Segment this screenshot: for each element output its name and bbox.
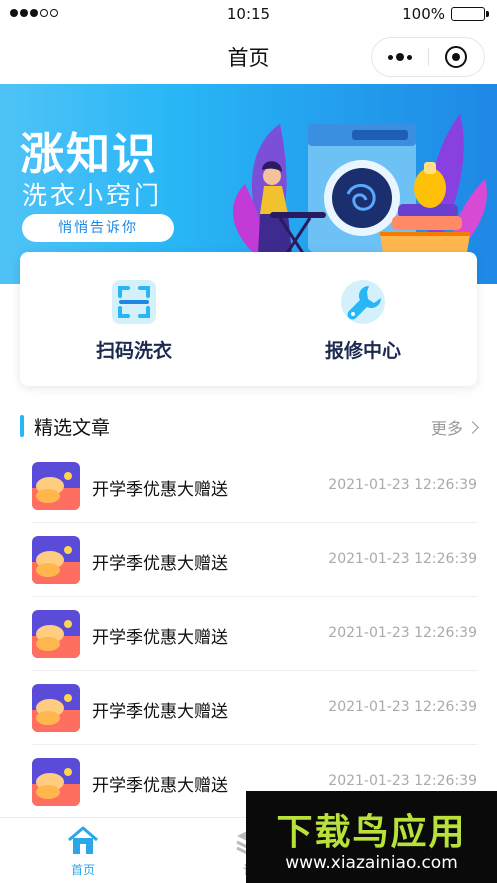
article-date: 2021-01-23 12:26:39 bbox=[328, 773, 477, 789]
article-date: 2021-01-23 12:26:39 bbox=[328, 551, 477, 567]
mini-program-capsule bbox=[371, 37, 485, 77]
nav-bar: 首页 bbox=[0, 28, 497, 84]
article-title: 开学季优惠大赠送 bbox=[92, 480, 228, 500]
article-item[interactable]: 开学季优惠大赠送 2021-01-23 12:26:39 bbox=[32, 449, 477, 523]
article-thumbnail bbox=[32, 536, 80, 584]
watermark: 下载鸟应用 www.xiazainiao.com bbox=[246, 791, 497, 883]
scan-icon bbox=[112, 280, 156, 324]
chevron-right-icon bbox=[466, 420, 479, 434]
battery-percent: 100% bbox=[402, 5, 445, 23]
banner-pill-button[interactable]: 悄悄告诉你 bbox=[22, 214, 174, 242]
repair-center-button[interactable]: 报修中心 bbox=[249, 252, 477, 386]
close-mini-program-icon[interactable] bbox=[428, 38, 484, 76]
section-accent-bar bbox=[20, 415, 24, 437]
wrench-icon bbox=[341, 280, 385, 324]
scan-wash-label: 扫码洗衣 bbox=[95, 340, 172, 362]
article-title: 开学季优惠大赠送 bbox=[92, 702, 228, 722]
article-thumbnail bbox=[32, 684, 80, 732]
article-list: 开学季优惠大赠送 2021-01-23 12:26:39 开学季优惠大赠送 2021-… bbox=[32, 449, 477, 819]
article-thumbnail bbox=[32, 610, 80, 658]
battery-status: 100% bbox=[402, 5, 489, 23]
more-label: 更多 bbox=[430, 419, 463, 438]
shortcut-card: 扫码洗衣 报修中心 bbox=[20, 252, 477, 386]
article-title: 开学季优惠大赠送 bbox=[92, 628, 228, 648]
scan-wash-button[interactable]: 扫码洗衣 bbox=[20, 252, 248, 386]
tab-home-label: 首页 bbox=[70, 863, 95, 877]
watermark-url: www.xiazainiao.com bbox=[285, 853, 458, 873]
article-item[interactable]: 开学季优惠大赠送 2021-01-23 12:26:39 bbox=[32, 671, 477, 745]
article-thumbnail bbox=[32, 758, 80, 806]
home-icon bbox=[68, 826, 98, 854]
watermark-title: 下载鸟应用 bbox=[276, 812, 467, 853]
article-thumbnail bbox=[32, 462, 80, 510]
article-title: 开学季优惠大赠送 bbox=[92, 554, 228, 574]
tab-home[interactable]: 首页 bbox=[0, 818, 166, 883]
banner-title: 涨知识 bbox=[20, 129, 158, 180]
section-title: 精选文章 bbox=[34, 417, 111, 439]
battery-icon bbox=[451, 7, 489, 21]
article-item[interactable]: 开学季优惠大赠送 2021-01-23 12:26:39 bbox=[32, 597, 477, 671]
article-item[interactable]: 开学季优惠大赠送 2021-01-23 12:26:39 bbox=[32, 523, 477, 597]
article-date: 2021-01-23 12:26:39 bbox=[328, 699, 477, 715]
article-date: 2021-01-23 12:26:39 bbox=[328, 625, 477, 641]
more-link[interactable]: 更多 bbox=[430, 415, 479, 439]
article-title: 开学季优惠大赠送 bbox=[92, 776, 228, 796]
status-bar: 10:15 100% bbox=[0, 0, 497, 28]
repair-center-label: 报修中心 bbox=[324, 340, 401, 362]
featured-articles-header: 精选文章 更多 bbox=[20, 410, 479, 444]
banner-subtitle: 洗衣小窍门 bbox=[22, 181, 163, 210]
more-options-icon[interactable] bbox=[372, 38, 428, 76]
article-date: 2021-01-23 12:26:39 bbox=[328, 477, 477, 493]
